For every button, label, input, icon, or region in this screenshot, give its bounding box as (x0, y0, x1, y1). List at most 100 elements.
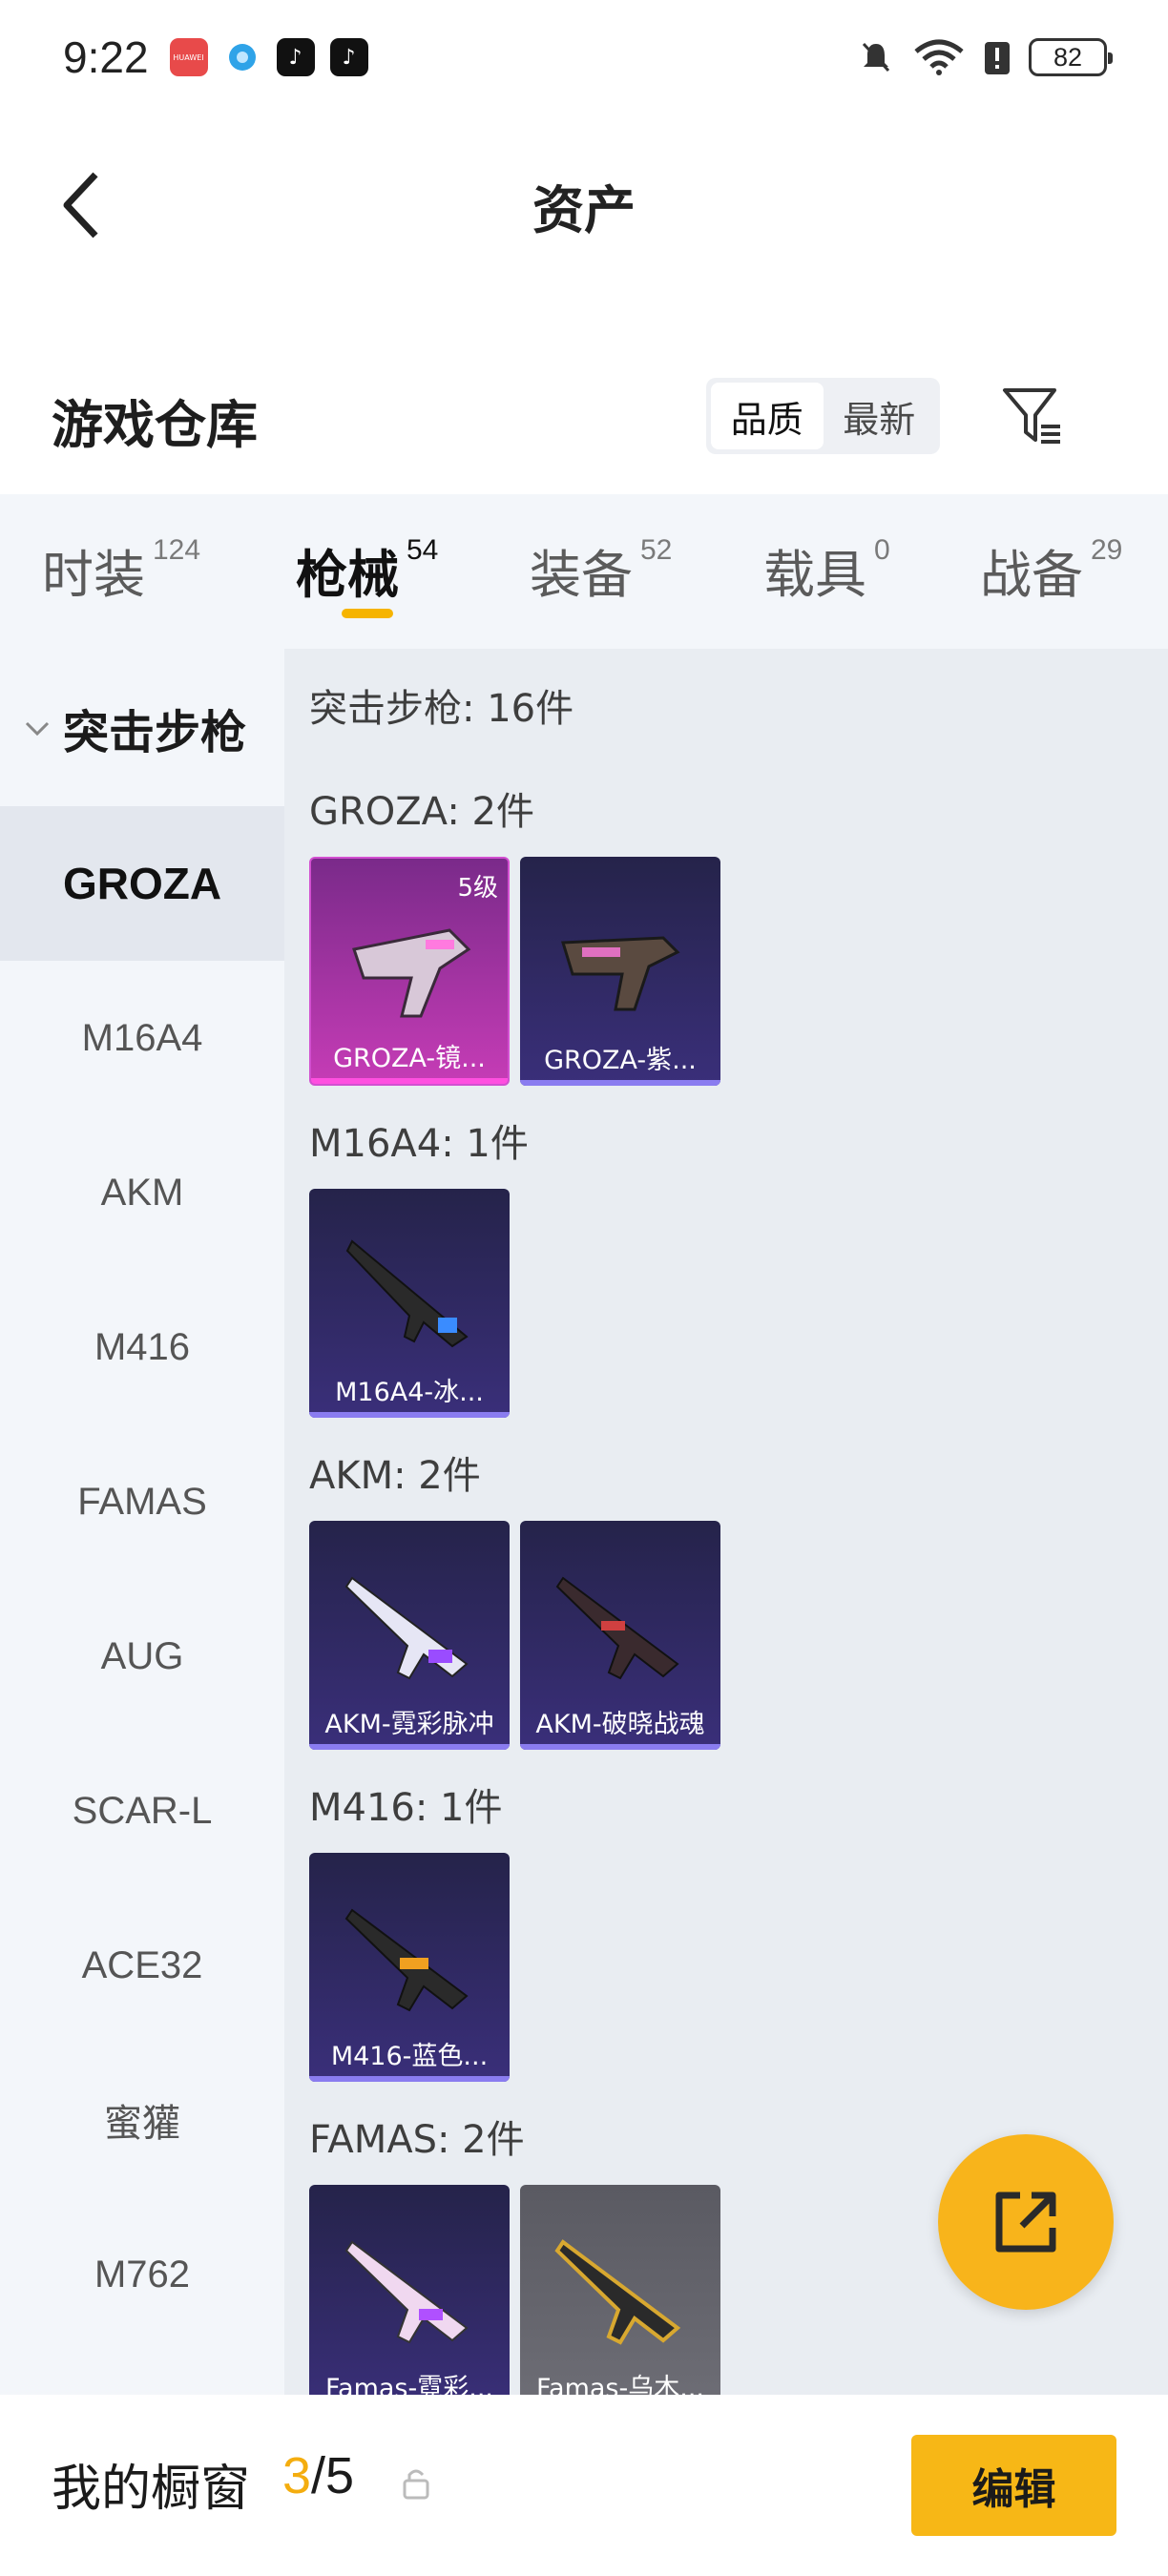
huawei-app-icon: HUAWEI (169, 38, 208, 76)
card-label: AKM-霓彩脉冲 (324, 1710, 494, 1739)
showcase-count: 3/5 (282, 2446, 354, 2505)
sidebar-item-groza[interactable]: GROZA (0, 806, 284, 961)
chevron-left-icon (63, 172, 98, 239)
tab-label: 时装 (42, 545, 145, 605)
tab-label: 装备 (530, 545, 633, 605)
rarity-bar (309, 2076, 510, 2082)
active-tab-indicator (342, 609, 393, 618)
gun-image (561, 936, 680, 1011)
warehouse-title: 游戏仓库 (52, 394, 258, 455)
category-tabs: 时装 124 枪械 54 装备 52 载具 0 战备 29 (0, 494, 1168, 649)
weapon-card[interactable]: Famas-霓彩... (309, 2185, 510, 2395)
tab-count: 52 (640, 534, 673, 566)
weapon-sidebar: 突击步枪 GROZA M16A4 AKM M416 FAMAS AUG SCAR… (0, 649, 284, 2395)
tab-label: 载具 (763, 545, 866, 605)
gun-image (344, 1908, 469, 2012)
weapon-card[interactable]: M16A4-冰... (309, 1189, 510, 1418)
share-fab-button[interactable] (938, 2134, 1114, 2310)
card-label: M416-蓝色... (330, 2042, 489, 2071)
lock-icon (403, 2469, 429, 2500)
system-icons: 82 (857, 38, 1113, 76)
battery-indicator: 82 (1029, 38, 1113, 76)
section-title-groza: GROZA: 2件 (309, 790, 534, 834)
tab-count: 0 (874, 534, 890, 566)
rarity-bar (311, 1078, 508, 1084)
edit-button[interactable]: 编辑 (911, 2435, 1116, 2536)
alert-icon (985, 42, 1010, 74)
status-bar: 9:22 HUAWEI ♪ ♪ 82 (0, 0, 1168, 114)
back-button[interactable] (38, 162, 124, 248)
nav-header: 资产 (0, 134, 1168, 277)
sidebar-item-m416[interactable]: M416 (0, 1270, 284, 1424)
gun-image (555, 1576, 679, 1680)
sort-option-newest[interactable]: 最新 (824, 383, 936, 449)
showcase-label: 我的橱窗 (52, 2461, 251, 2518)
sidebar-item-aug[interactable]: AUG (0, 1579, 284, 1734)
card-label: GROZA-紫... (544, 1046, 697, 1075)
showcase-total-count: /5 (311, 2447, 355, 2504)
sidebar-item-akm[interactable]: AKM (0, 1115, 284, 1270)
weapon-card[interactable]: Famas-乌木... (520, 2185, 720, 2395)
sidebar-item-scar-l[interactable]: SCAR-L (0, 1734, 284, 1888)
card-label: M16A4-冰... (335, 1378, 484, 1407)
tab-label: 战备 (980, 545, 1083, 605)
browser-app-icon (223, 38, 261, 76)
weapon-card[interactable]: M416-蓝色... (309, 1853, 510, 2082)
page-title: 资产 (532, 179, 636, 240)
weapon-card[interactable]: GROZA-紫... (520, 857, 720, 1086)
filter-button[interactable] (992, 376, 1073, 456)
status-time: 9:22 (63, 32, 149, 82)
gun-image (554, 2239, 681, 2345)
tab-fashion[interactable]: 时装 124 (42, 532, 200, 608)
card-label: GROZA-镜... (333, 1044, 486, 1073)
card-label: AKM-破晓战魂 (535, 1710, 705, 1739)
section-title-m416: M416: 1件 (309, 1786, 503, 1830)
card-label: Famas-霓彩... (324, 2374, 493, 2395)
rarity-bar (520, 1080, 720, 1086)
category-summary: 突击步枪: 16件 (309, 687, 574, 731)
gun-image (352, 928, 471, 1018)
sort-option-quality[interactable]: 品质 (711, 383, 824, 449)
gun-image (345, 1239, 469, 1348)
tiktok-app-icon: ♪ (276, 38, 315, 76)
gun-image (344, 2240, 469, 2344)
weapon-grid: 突击步枪: 16件 GROZA: 2件 5级 GROZA-镜... GROZA-… (284, 649, 1168, 2395)
mute-bell-icon (862, 42, 890, 73)
gun-image (344, 1576, 469, 1680)
level-badge: 5级 (457, 874, 498, 903)
showcase-bar: 我的橱窗 3/5 编辑 (0, 2395, 1168, 2576)
tab-equipment[interactable]: 装备 52 (530, 532, 672, 608)
tab-supplies[interactable]: 战备 29 (980, 532, 1122, 608)
weapon-card[interactable]: AKM-霓彩脉冲 (309, 1521, 510, 1750)
tab-count: 54 (407, 534, 439, 566)
sidebar-item-m762[interactable]: M762 (0, 2197, 284, 2352)
rarity-bar (309, 1744, 510, 1750)
sidebar-item-honey-badger[interactable]: 蜜獾 (0, 2043, 284, 2197)
sidebar-item-ace32[interactable]: ACE32 (0, 1888, 284, 2043)
tab-count: 124 (153, 534, 201, 566)
share-external-icon (995, 2192, 1056, 2253)
wifi-icon (914, 39, 964, 75)
sort-toggle: 品质 最新 (706, 378, 940, 454)
section-title-m16a4: M16A4: 1件 (309, 1122, 529, 1166)
section-title-famas: FAMAS: 2件 (309, 2118, 525, 2162)
card-label: Famas-乌木... (535, 2374, 704, 2395)
tab-count: 29 (1091, 534, 1123, 566)
tab-label: 枪械 (296, 545, 399, 605)
weapon-card[interactable]: AKM-破晓战魂 (520, 1521, 720, 1750)
sidebar-item-famas[interactable]: FAMAS (0, 1424, 284, 1579)
tab-vehicles[interactable]: 载具 0 (763, 532, 890, 608)
rarity-bar (520, 1744, 720, 1750)
section-title-akm: AKM: 2件 (309, 1454, 481, 1498)
sidebar-item-m16a4[interactable]: M16A4 (0, 961, 284, 1115)
chevron-down-icon (25, 721, 50, 736)
tiktok-app-icon: ♪ (329, 38, 368, 76)
notification-icons: HUAWEI ♪ ♪ (169, 38, 368, 76)
weapon-card[interactable]: 5级 GROZA-镜... (309, 857, 510, 1086)
filter-icon (1003, 388, 1060, 444)
sidebar-group-assault-rifles[interactable]: 突击步枪 (0, 649, 284, 806)
warehouse-row: 游戏仓库 品质 最新 (0, 363, 1168, 477)
tab-firearms[interactable]: 枪械 54 (296, 532, 438, 608)
sidebar-group-label: 突击步枪 (63, 705, 247, 759)
showcase-used-count: 3 (282, 2447, 312, 2504)
